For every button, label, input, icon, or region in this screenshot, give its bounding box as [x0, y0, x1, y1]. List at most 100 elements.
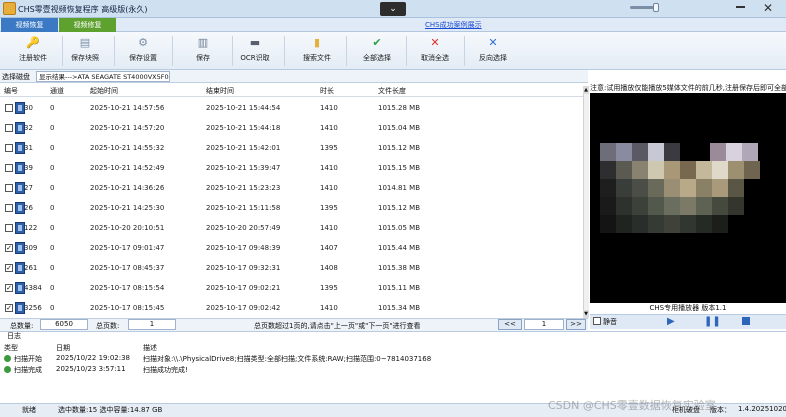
toolbar-button[interactable]: ▥ 保存 [178, 34, 228, 68]
disk-save-icon: ▤ [79, 36, 91, 49]
row-checkbox[interactable] [5, 164, 13, 172]
close-button[interactable]: ✕ [763, 1, 773, 15]
toolbar-button[interactable]: ✕ 反向选择 [468, 34, 518, 68]
video-pixel [648, 161, 664, 179]
save-icon: ▥ [197, 36, 209, 49]
video-pixel [600, 179, 616, 197]
video-pixel [712, 161, 728, 179]
video-pixel [680, 161, 696, 179]
cell-start: 2025-10-17 08:45:37 [90, 264, 165, 272]
row-checkbox[interactable] [5, 204, 13, 212]
slider-handle[interactable] [653, 3, 659, 12]
cell-end: 2025-10-17 09:02:21 [206, 284, 281, 292]
table-row[interactable]: 122 0 2025-10-20 20:10:51 2025-10-20 20:57:… [0, 218, 588, 240]
video-pixel [616, 179, 632, 197]
video-pixel [712, 179, 728, 197]
cell-id: 39 [24, 164, 33, 172]
pagination-hint: 总页数超过1页的,请点击"上一页"或"下一页"进行查看 [254, 322, 421, 330]
cell-size: 1015.11 MB [378, 284, 421, 292]
toolbar-button-label: OCR识取 [240, 54, 270, 62]
cell-end: 2025-10-17 09:02:42 [206, 304, 281, 312]
col-start[interactable]: 起始时间 [90, 86, 118, 96]
case-showcase-link[interactable]: CHS成功案例展示 [425, 20, 482, 30]
row-checkbox[interactable] [5, 124, 13, 132]
mute-checkbox[interactable] [593, 317, 601, 325]
prev-page-button[interactable]: << [498, 319, 522, 330]
cell-end: 2025-10-21 15:39:47 [206, 164, 281, 172]
col-id[interactable]: 编号 [4, 86, 18, 96]
table-row[interactable]: ✓ 309 0 2025-10-17 09:01:47 2025-10-17 09:48… [0, 238, 588, 260]
cell-duration: 1395 [320, 284, 338, 292]
tab-strip [0, 18, 786, 32]
toolbar-button[interactable]: ⚙ 保存设置 [118, 34, 168, 68]
col-size[interactable]: 文件长度 [378, 86, 406, 96]
total-pages-label: 总页数: [96, 322, 120, 330]
row-checkbox[interactable] [5, 184, 13, 192]
tab-video-recovery[interactable]: 视频恢复 [1, 18, 58, 32]
total-count-label: 总数量: [10, 322, 34, 330]
scroll-up-icon[interactable]: ▲ [583, 86, 589, 94]
pause-icon[interactable]: ❚❚ [704, 316, 721, 327]
video-pixel [632, 197, 648, 215]
row-checkbox[interactable] [5, 224, 13, 232]
log-desc: 扫描对象:\\.\PhysicalDrive8;扫描类型:全部扫描;文件系统:R… [143, 355, 432, 363]
video-pixel [744, 161, 760, 179]
toolbar-button[interactable]: ✕ 取消全选 [410, 34, 460, 68]
log-title: 日志 [7, 332, 21, 340]
tab-video-repair[interactable]: 视频修复 [59, 18, 116, 32]
row-checkbox[interactable] [5, 144, 13, 152]
stop-icon[interactable] [742, 317, 750, 325]
page-input[interactable]: 1 [524, 319, 564, 330]
select-disk-label[interactable]: 选择磁盘 [2, 72, 30, 82]
toolbar-button[interactable]: 🔑 注册软件 [8, 34, 58, 68]
toolbar-button[interactable]: ▤ 保存块照 [60, 34, 110, 68]
toolbar-button[interactable]: ▮ 搜索文件 [292, 34, 342, 68]
video-preview [590, 93, 786, 303]
cell-id: 31 [24, 144, 33, 152]
row-checkbox[interactable]: ✓ [5, 284, 13, 292]
table-row[interactable]: ✓ 4384 0 2025-10-17 08:15:54 2025-10-17 09:0… [0, 278, 588, 300]
cell-size: 1015.38 MB [378, 264, 421, 272]
video-pixel [600, 143, 616, 161]
table-row[interactable]: 39 0 2025-10-21 14:52:49 2025-10-21 15:39:4… [0, 158, 588, 180]
row-checkbox[interactable]: ✓ [5, 244, 13, 252]
minimize-button[interactable] [736, 6, 745, 8]
cell-duration: 1395 [320, 144, 338, 152]
video-pixel [680, 197, 696, 215]
table-row[interactable]: 30 0 2025-10-21 14:57:56 2025-10-21 15:44:5… [0, 98, 588, 120]
video-pixel [696, 197, 712, 215]
toolbar-button-label: 搜索文件 [303, 54, 331, 62]
table-header [0, 84, 588, 97]
scroll-down-icon[interactable]: ▼ [583, 310, 589, 318]
table-row[interactable]: 32 0 2025-10-21 14:57:20 2025-10-21 15:44:1… [0, 118, 588, 140]
next-page-button[interactable]: >> [566, 319, 586, 330]
row-checkbox[interactable]: ✓ [5, 264, 13, 272]
cell-end: 2025-10-21 15:42:01 [206, 144, 281, 152]
check-all-icon: ✔ [372, 36, 382, 49]
col-duration[interactable]: 时长 [320, 86, 334, 96]
table-row[interactable]: ✓ 261 0 2025-10-17 08:45:37 2025-10-17 09:32… [0, 258, 588, 280]
cell-size: 1015.34 MB [378, 304, 421, 312]
video-pixel [728, 197, 744, 215]
col-end[interactable]: 结束时间 [206, 86, 234, 96]
col-channel[interactable]: 通道 [50, 86, 64, 96]
player-caption: CHS专用播放器 版本1.1 [649, 304, 727, 312]
video-pixel [648, 197, 664, 215]
total-count: 6050 [40, 319, 88, 330]
table-row[interactable]: 31 0 2025-10-21 14:55:32 2025-10-21 15:42:0… [0, 138, 588, 160]
table-row[interactable]: ✓ 3256 0 2025-10-17 08:15:45 2025-10-17 09:0… [0, 298, 588, 320]
cell-channel: 0 [50, 184, 55, 192]
toolbar-button[interactable]: ▬ OCR识取 [230, 34, 280, 68]
play-icon[interactable]: ▶ [667, 316, 675, 327]
cell-start: 2025-10-17 08:15:54 [90, 284, 165, 292]
row-checkbox[interactable] [5, 104, 13, 112]
table-row[interactable]: 27 0 2025-10-21 14:36:26 2025-10-21 15:23:2… [0, 178, 588, 200]
video-pixel [600, 161, 616, 179]
toolbar-button[interactable]: ✔ 全部选择 [352, 34, 402, 68]
row-checkbox[interactable]: ✓ [5, 304, 13, 312]
collapse-button[interactable]: ⌄ [380, 2, 406, 16]
video-pixel [696, 161, 712, 179]
video-pixel [632, 143, 648, 161]
table-scrollbar[interactable] [583, 86, 589, 318]
table-row[interactable]: 26 0 2025-10-21 14:25:30 2025-10-21 15:11:5… [0, 198, 588, 220]
